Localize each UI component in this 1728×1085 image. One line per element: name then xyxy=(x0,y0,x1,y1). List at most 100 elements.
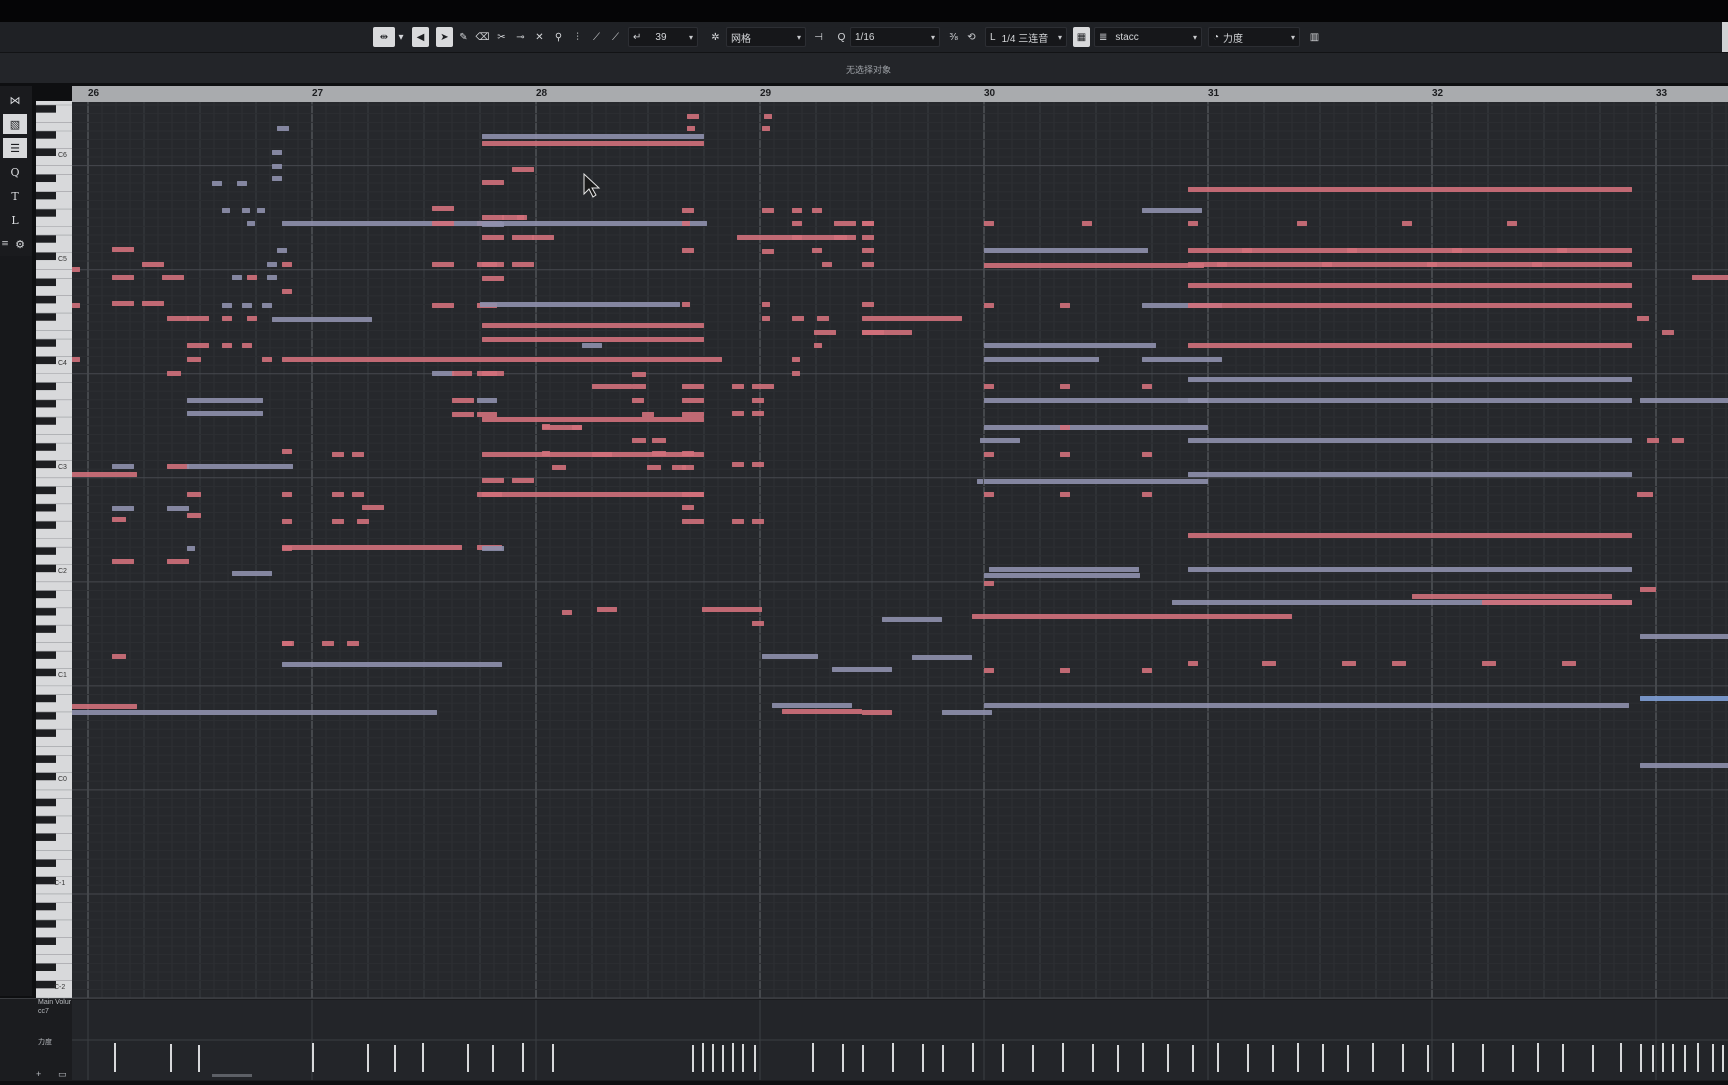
note[interactable] xyxy=(432,262,454,267)
gear-icon[interactable]: ⚙ xyxy=(14,234,26,254)
note[interactable] xyxy=(912,655,972,660)
line-tool-icon[interactable]: ⟋ xyxy=(607,27,624,47)
note[interactable] xyxy=(482,492,704,497)
note[interactable] xyxy=(682,505,694,510)
note[interactable] xyxy=(1142,208,1202,213)
note[interactable] xyxy=(277,248,287,253)
note[interactable] xyxy=(1060,452,1070,457)
note[interactable] xyxy=(862,316,962,321)
note[interactable] xyxy=(222,303,232,308)
note[interactable] xyxy=(1188,472,1632,477)
note[interactable] xyxy=(247,275,257,280)
timeline-ruler[interactable]: 26 27 28 29 30 31 32 33 xyxy=(72,86,1728,103)
note[interactable] xyxy=(592,452,612,457)
note[interactable] xyxy=(762,126,770,131)
note[interactable] xyxy=(482,337,704,342)
note[interactable] xyxy=(267,275,277,280)
snap-live-icon[interactable]: ⊣ xyxy=(810,27,827,47)
note[interactable] xyxy=(772,703,852,708)
note[interactable] xyxy=(72,704,137,709)
note[interactable] xyxy=(752,411,764,416)
length-quantize-select[interactable]: L 1/4 三连音 ▾ xyxy=(985,27,1067,47)
note[interactable] xyxy=(812,248,822,253)
note[interactable] xyxy=(1557,248,1567,253)
note[interactable] xyxy=(572,425,582,430)
controller-select[interactable]: ◔ 力度 ▾ xyxy=(1208,27,1300,47)
grid-type-select[interactable]: 网格 ▾ xyxy=(726,27,806,47)
quantize-count-field[interactable]: ↵ 39 ▾ xyxy=(628,27,698,47)
note[interactable] xyxy=(642,412,654,417)
note[interactable] xyxy=(984,573,1140,578)
note[interactable] xyxy=(432,206,454,211)
note[interactable] xyxy=(1188,661,1198,666)
note[interactable] xyxy=(1482,600,1632,605)
line-icon[interactable]: ⟋ xyxy=(588,27,605,47)
note[interactable] xyxy=(282,545,462,550)
note[interactable] xyxy=(984,668,994,673)
mute-lane-icon[interactable]: ▧ xyxy=(3,114,27,134)
note[interactable] xyxy=(1452,248,1462,253)
note[interactable] xyxy=(732,519,744,524)
note[interactable] xyxy=(832,667,892,672)
note[interactable] xyxy=(942,710,992,715)
note[interactable] xyxy=(1060,492,1070,497)
note[interactable] xyxy=(452,398,474,403)
note[interactable] xyxy=(762,316,770,321)
note[interactable] xyxy=(984,425,1208,430)
note[interactable] xyxy=(262,357,272,362)
note[interactable] xyxy=(512,235,534,240)
note[interactable] xyxy=(782,709,862,714)
note[interactable] xyxy=(187,411,263,416)
note-canvas[interactable] xyxy=(72,102,1728,998)
note[interactable] xyxy=(477,412,497,417)
note[interactable] xyxy=(1637,492,1653,497)
note[interactable] xyxy=(552,465,566,470)
note[interactable] xyxy=(682,492,704,497)
quantize-panel-icon[interactable]: Q xyxy=(3,162,27,182)
note[interactable] xyxy=(72,267,80,272)
note[interactable] xyxy=(482,235,504,240)
note[interactable] xyxy=(1637,316,1649,321)
note[interactable] xyxy=(72,710,437,715)
note[interactable] xyxy=(322,641,334,646)
zoom-icon[interactable]: ⚲ xyxy=(550,27,567,47)
note[interactable] xyxy=(282,262,292,267)
note[interactable] xyxy=(1640,763,1728,768)
note[interactable] xyxy=(984,343,1156,348)
note[interactable] xyxy=(72,303,80,308)
arrow-tool-icon[interactable]: ➤ xyxy=(436,27,453,47)
note[interactable] xyxy=(764,114,772,119)
note[interactable] xyxy=(862,710,892,715)
note[interactable] xyxy=(752,398,764,403)
note[interactable] xyxy=(1532,262,1542,267)
note[interactable] xyxy=(834,235,856,240)
note[interactable] xyxy=(1262,661,1276,666)
note[interactable] xyxy=(277,126,289,131)
quantize-select[interactable]: 1/16 ▾ xyxy=(850,27,940,47)
note[interactable] xyxy=(112,559,134,564)
note[interactable] xyxy=(1082,221,1092,226)
note[interactable] xyxy=(272,317,372,322)
note[interactable] xyxy=(682,302,690,307)
note[interactable] xyxy=(482,276,504,281)
note[interactable] xyxy=(792,316,804,321)
note[interactable] xyxy=(72,472,137,477)
note[interactable] xyxy=(984,398,1208,403)
keyboard-keys[interactable] xyxy=(36,101,72,999)
note[interactable] xyxy=(187,357,201,362)
note[interactable] xyxy=(1640,587,1656,592)
note[interactable] xyxy=(1142,492,1152,497)
note[interactable] xyxy=(187,343,209,348)
note[interactable] xyxy=(1142,357,1222,362)
note[interactable] xyxy=(632,438,646,443)
note[interactable] xyxy=(512,167,534,172)
note[interactable] xyxy=(167,316,189,321)
note[interactable] xyxy=(984,479,1208,484)
velocity-bars[interactable] xyxy=(72,1000,1728,1080)
note[interactable] xyxy=(212,181,222,186)
note[interactable] xyxy=(1342,661,1356,666)
note[interactable] xyxy=(1647,438,1659,443)
note[interactable] xyxy=(512,478,534,483)
note[interactable] xyxy=(1188,262,1632,267)
note[interactable] xyxy=(592,384,632,389)
